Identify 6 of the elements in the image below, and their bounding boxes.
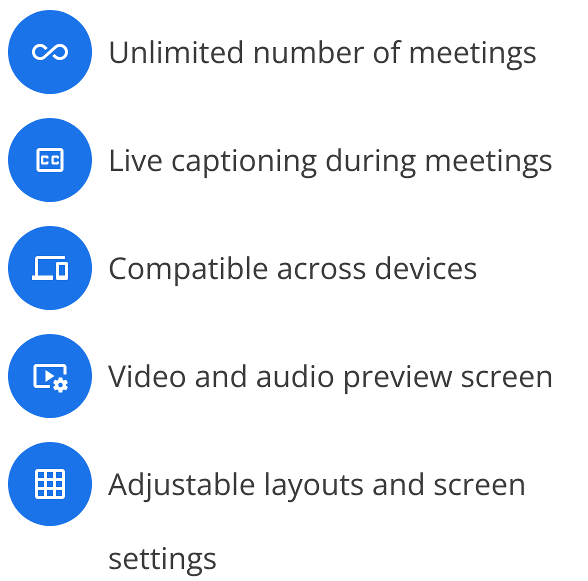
- feature-label: Video and audio preview screen: [108, 354, 554, 398]
- grid-icon: [32, 466, 68, 502]
- feature-label: Live captioning during meetings: [108, 138, 553, 182]
- feature-label: Compatible across devices: [108, 246, 478, 290]
- feature-label: Adjustable layouts and screen settings: [108, 462, 528, 580]
- feature-label: Unlimited number of meetings: [108, 30, 537, 74]
